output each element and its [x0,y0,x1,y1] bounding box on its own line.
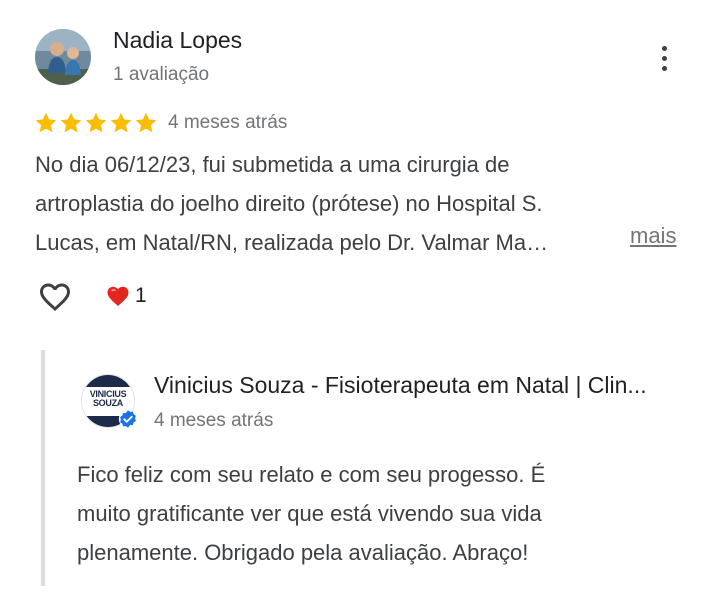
reviewer-name[interactable]: Nadia Lopes [113,27,242,54]
heart-outline-icon[interactable] [36,279,74,315]
reply-text-line: Fico feliz com seu relato e com seu prog… [77,462,546,487]
review-text: No dia 06/12/23, fui submetida a uma cir… [35,145,695,262]
red-heart-icon [107,286,129,306]
verified-badge-icon [118,409,138,429]
review-text-line: artroplastia do joelho direito (prótese)… [35,191,543,216]
reply-text-line: plenamente. Obrigado pela avaliação. Abr… [77,540,529,565]
star-rating [34,111,158,137]
reviewer-review-count: 1 avaliação [113,64,210,85]
reviewer-avatar[interactable] [35,29,91,85]
star-icon [60,112,82,133]
review-date: 4 meses atrás [168,112,288,133]
star-icon [135,112,157,133]
expand-review-link[interactable]: mais [630,223,676,249]
reply-text: Fico feliz com seu relato e com seu prog… [77,455,697,572]
owner-logo: VINICIUS SOUZA [89,389,127,408]
more-vert-icon[interactable] [646,40,682,76]
review-card: Nadia Lopes 1 avaliação 4 meses atrás No… [0,0,720,330]
owner-name[interactable]: Vinicius Souza - Fisioterapeuta em Natal… [154,372,719,399]
star-icon [85,112,107,133]
star-icon [110,112,132,133]
owner-reply: VINICIUS SOUZA Vinicius Souza - Fisioter… [41,350,720,586]
reply-date: 4 meses atrás [154,410,274,431]
review-text-line: No dia 06/12/23, fui submetida a uma cir… [35,152,510,177]
reply-text-line: muito gratificante ver que está vivendo … [77,501,542,526]
review-text-line: Lucas, em Natal/RN, realizada pelo Dr. V… [35,230,549,255]
reaction-summary[interactable]: 1 [106,283,147,309]
reaction-count: 1 [135,284,147,307]
star-icon [35,112,57,133]
